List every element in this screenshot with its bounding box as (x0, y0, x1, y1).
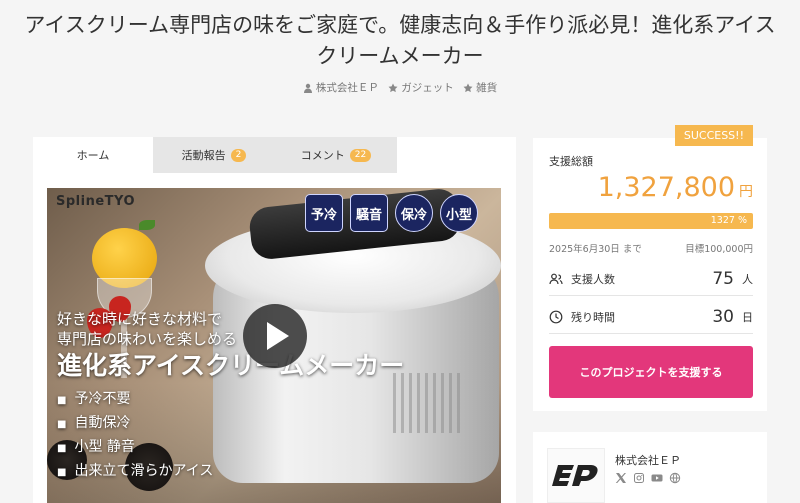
project-tabs: ホーム 活動報告 2 コメント 22 (33, 137, 397, 173)
count-badge: 22 (349, 148, 372, 162)
count-badge: 2 (230, 148, 247, 162)
star-icon (388, 83, 398, 92)
feature-item: 小型 静音 (57, 436, 213, 460)
globe-icon[interactable] (669, 472, 681, 484)
remaining-days: 30 (712, 307, 734, 327)
clock-icon (549, 310, 563, 324)
remaining-time-row: 残り時間 30 日 (549, 301, 753, 334)
user-icon (303, 83, 312, 93)
tab-comments-label: コメント (300, 149, 345, 162)
category-label-goods: 雑貨 (476, 82, 498, 94)
keep-cold-icon: 保冷 (395, 194, 433, 232)
supporters-label: 支援人数 (571, 273, 615, 286)
supporters-count: 75 (712, 269, 734, 289)
currency-label: 円 (739, 184, 753, 200)
remaining-label: 残り時間 (571, 311, 615, 324)
deadline-row: 2025年6月30日 まで 目標100,000円 (549, 241, 753, 255)
remaining-unit: 日 (742, 311, 753, 324)
brand-logo: SplineTYO (56, 194, 136, 209)
total-label: 支援総額 (549, 155, 593, 168)
success-badge: SUCCESS!! (674, 125, 753, 146)
owner-link[interactable]: 株式会社ＥＰ (303, 80, 379, 95)
pre-cool-icon: 予冷 (305, 194, 343, 232)
deadline-text: 2025年6月30日 まで (549, 244, 642, 255)
noise-icon: 騒音 (350, 194, 388, 232)
tagline-headline: 進化系アイスクリームメーカー (57, 351, 405, 380)
page-title: アイスクリーム専門店の味をご家庭で。健康志向＆手作り派必見！進化系アイス クリー… (0, 10, 800, 72)
category-link-gadget[interactable]: ガジェット (388, 80, 454, 95)
owner-card: 株式会社ＥＰ (533, 432, 767, 503)
feature-list: 予冷不要 自動保冷 小型 静音 出来立て滑らかアイス (57, 388, 213, 484)
users-icon (549, 273, 563, 285)
instagram-icon[interactable] (633, 472, 645, 484)
tagline-line1: 好きな時に好きな材料で (57, 310, 223, 328)
project-main-card: ホーム 活動報告 2 コメント 22 SplineTYO 予冷 騒音 保冷 小型… (33, 137, 516, 503)
category-label-gadget: ガジェット (401, 82, 454, 94)
progress-percent: 1327 % (710, 215, 747, 226)
feature-item: 出来立て滑らかアイス (57, 460, 213, 484)
play-button-icon[interactable] (243, 304, 307, 368)
funding-card: 支援総額 1,327,800 円 1327 % 2025年6月30日 まで 目標1… (533, 138, 767, 411)
x-icon[interactable] (615, 472, 627, 484)
category-link-goods[interactable]: 雑貨 (463, 80, 497, 95)
page-title-line2: クリームメーカー (316, 44, 484, 68)
social-links (615, 472, 681, 484)
support-project-button[interactable]: このプロジェクトを支援する (549, 346, 753, 398)
supporters-unit: 人 (742, 273, 753, 286)
goal-text: 目標100,000円 (685, 244, 753, 255)
feature-icons: 予冷 騒音 保冷 小型 (305, 194, 478, 232)
owner-link-label: 株式会社ＥＰ (315, 82, 379, 94)
progress-bar: 1327 % (549, 213, 753, 229)
ep-logo-icon (552, 464, 598, 486)
total-amount: 1,327,800 円 (549, 172, 753, 203)
total-amount-value: 1,327,800 (597, 172, 735, 203)
supporters-row: 支援人数 75 人 (549, 263, 753, 296)
tab-activity-reports[interactable]: 活動報告 2 (153, 137, 275, 173)
compact-icon: 小型 (440, 194, 478, 232)
tab-comments[interactable]: コメント 22 (275, 137, 397, 173)
owner-logo[interactable] (547, 448, 605, 503)
project-meta: 株式会社ＥＰ ガジェット 雑貨 (0, 80, 800, 96)
owner-name[interactable]: 株式会社ＥＰ (615, 452, 681, 468)
tab-home-label: ホーム (76, 149, 110, 162)
tab-activity-reports-label: 活動報告 (181, 149, 226, 162)
youtube-icon[interactable] (651, 472, 663, 484)
feature-item: 予冷不要 (57, 388, 213, 412)
page-title-line1: アイスクリーム専門店の味をご家庭で。健康志向＆手作り派必見！進化系アイス (24, 13, 776, 37)
star-icon (463, 83, 473, 92)
tab-home[interactable]: ホーム (33, 137, 153, 173)
feature-item: 自動保冷 (57, 412, 213, 436)
project-video[interactable]: SplineTYO 予冷 騒音 保冷 小型 好きな時に好きな材料で 専門店の味わ… (47, 188, 501, 503)
